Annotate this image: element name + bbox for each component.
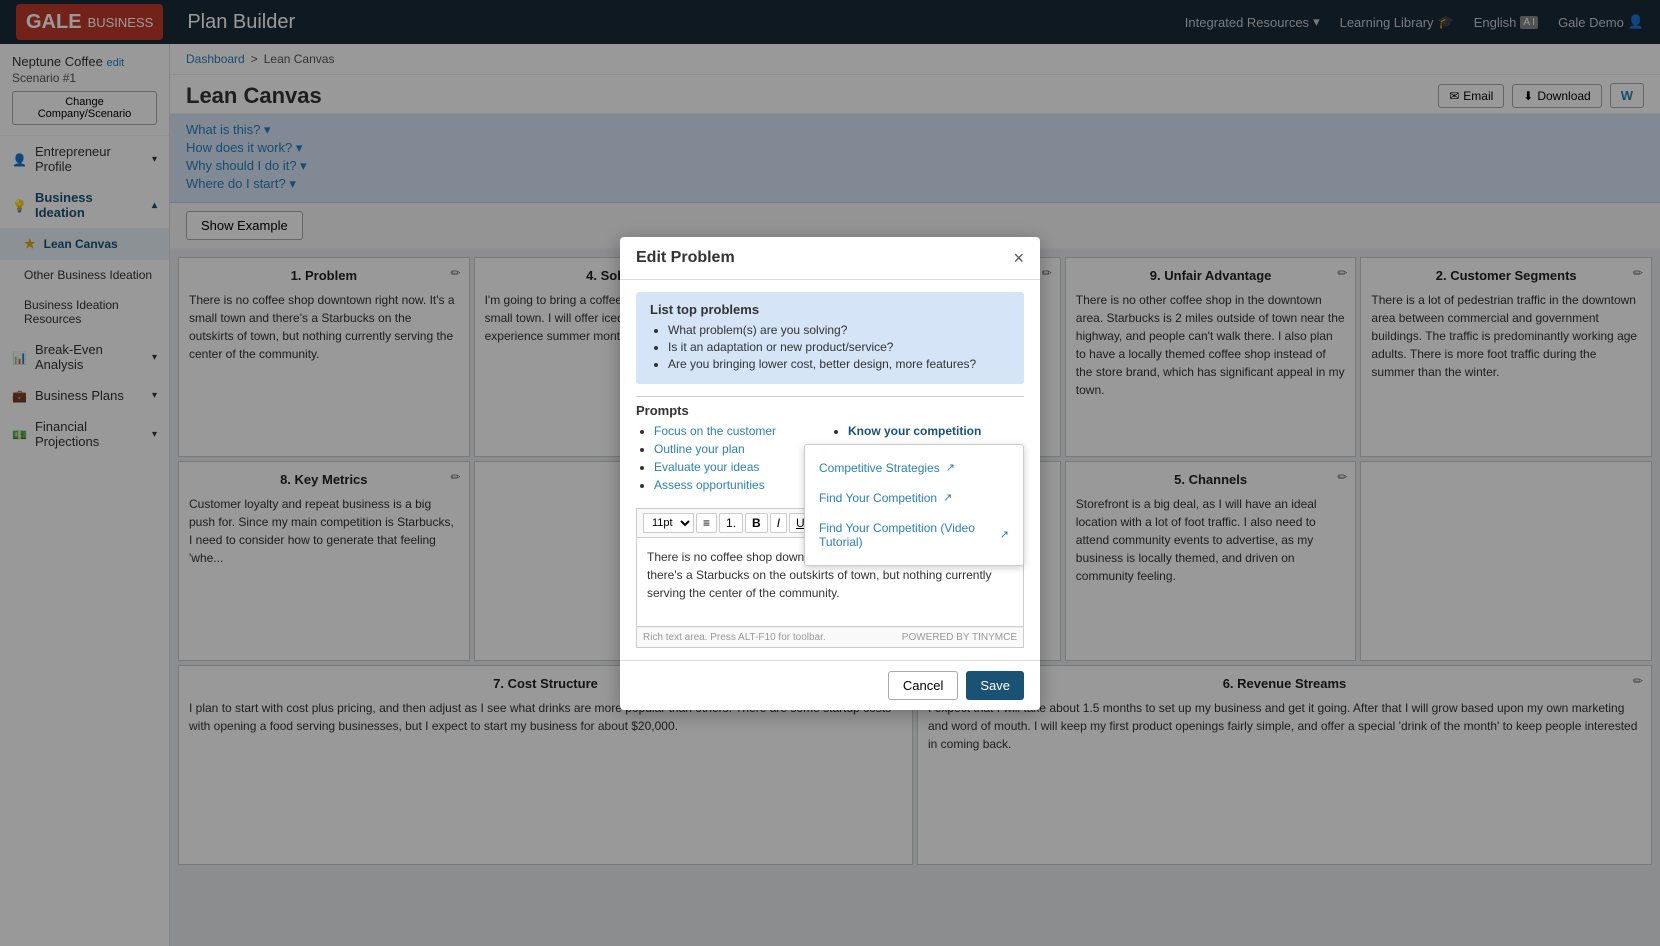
prompts-columns: Focus on the customer Outline your plan … — [636, 424, 1024, 496]
modal-title: Edit Problem — [636, 249, 735, 267]
external-link-icon-1: ↗ — [946, 461, 955, 474]
prompts-section: Prompts Focus on the customer Outline yo… — [636, 403, 1024, 496]
editor-footer: Rich text area. Press ALT-F10 for toolba… — [636, 627, 1024, 648]
ordered-list-button[interactable]: 1. — [719, 513, 743, 533]
know-competition-link[interactable]: Know your competition — [848, 424, 981, 438]
unordered-list-button[interactable]: ≡ — [696, 513, 717, 533]
font-size-select[interactable]: 11pt — [643, 513, 694, 533]
modal-header: Edit Problem × — [620, 237, 1040, 280]
italic-button[interactable]: I — [770, 513, 787, 533]
prompt-focus: Focus on the customer — [654, 424, 830, 438]
prompts-left-col: Focus on the customer Outline your plan … — [636, 424, 830, 496]
powered-by: POWERED BY TINYMCE — [902, 632, 1017, 643]
list-title: List top problems — [650, 302, 1010, 317]
prompts-right-col: Know your competition Competitive Strate… — [830, 424, 1024, 496]
find-competition-item[interactable]: Find Your Competition ↗ — [805, 483, 1023, 513]
cancel-button[interactable]: Cancel — [888, 671, 958, 700]
edit-problem-modal: Edit Problem × List top problems What pr… — [620, 237, 1040, 710]
modal-overlay: Edit Problem × List top problems What pr… — [0, 0, 1660, 946]
editor-hint: Rich text area. Press ALT-F10 for toolba… — [643, 632, 826, 643]
modal-close-button[interactable]: × — [1013, 249, 1024, 267]
external-link-icon-3: ↗ — [1000, 528, 1009, 541]
competition-dropdown: Competitive Strategies ↗ Find Your Compe… — [804, 444, 1024, 566]
list-top-problems-box: List top problems What problem(s) are yo… — [636, 292, 1024, 384]
list-item-3: Are you bringing lower cost, better desi… — [668, 357, 1010, 371]
prompt-competition: Know your competition Competitive Strate… — [848, 424, 1024, 438]
prompts-label: Prompts — [636, 403, 1024, 418]
divider-1 — [636, 396, 1024, 397]
save-button[interactable]: Save — [966, 671, 1024, 700]
list-item-2: Is it an adaptation or new product/servi… — [668, 340, 1010, 354]
competitive-strategies-item[interactable]: Competitive Strategies ↗ — [805, 453, 1023, 483]
external-link-icon-2: ↗ — [943, 491, 952, 504]
list-item-1: What problem(s) are you solving? — [668, 323, 1010, 337]
bold-button[interactable]: B — [745, 513, 768, 533]
list-items: What problem(s) are you solving? Is it a… — [650, 323, 1010, 371]
find-competition-video-item[interactable]: Find Your Competition (Video Tutorial) ↗ — [805, 513, 1023, 557]
modal-footer: Cancel Save — [620, 660, 1040, 710]
modal-body: List top problems What problem(s) are yo… — [620, 280, 1040, 660]
